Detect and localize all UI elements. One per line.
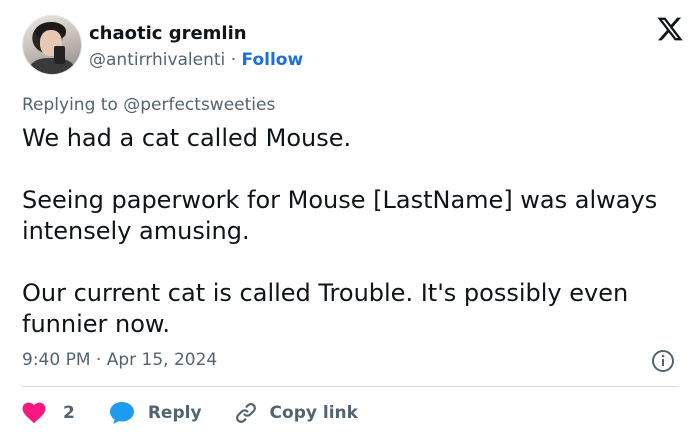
- x-logo-icon[interactable]: [656, 15, 684, 43]
- copy-link-button[interactable]: Copy link: [234, 401, 358, 425]
- handle-separator: ·: [230, 50, 237, 70]
- follow-button[interactable]: Follow: [242, 50, 304, 70]
- tweet-header: chaotic gremlin @antirrhivalenti · Follo…: [22, 15, 683, 79]
- divider: [22, 386, 678, 387]
- like-count: 2: [63, 403, 75, 423]
- avatar[interactable]: [22, 15, 82, 75]
- tweet-timestamp[interactable]: 9:40 PM · Apr 15, 2024: [22, 348, 217, 372]
- tweet-body: We had a cat called Mouse. Seeing paperw…: [22, 123, 682, 340]
- speech-bubble-icon: [109, 402, 134, 424]
- like-button[interactable]: 2: [22, 402, 75, 424]
- author-handle[interactable]: @antirrhivalenti: [89, 50, 225, 70]
- replying-to-mention[interactable]: @perfectsweeties: [123, 95, 275, 115]
- tweet-paragraph: Seeing paperwork for Mouse [LastName] wa…: [22, 186, 658, 245]
- copy-link-label: Copy link: [269, 403, 358, 423]
- author-display-name[interactable]: chaotic gremlin: [89, 23, 247, 45]
- tweet-paragraph: Our current cat is called Trouble. It's …: [22, 279, 629, 338]
- link-icon: [235, 403, 256, 423]
- author-handle-row: @antirrhivalenti · Follow: [89, 49, 303, 71]
- tweet-actions: 2 Reply Copy link: [22, 398, 358, 428]
- heart-icon: [22, 402, 46, 424]
- reply-label: Reply: [147, 403, 202, 423]
- replying-to-line: Replying to @perfectsweeties: [22, 93, 275, 117]
- reply-button[interactable]: Reply: [109, 401, 202, 425]
- info-circle-icon[interactable]: [651, 349, 675, 373]
- tweet-paragraph: We had a cat called Mouse.: [22, 124, 352, 152]
- replying-to-prefix: Replying to: [22, 95, 118, 115]
